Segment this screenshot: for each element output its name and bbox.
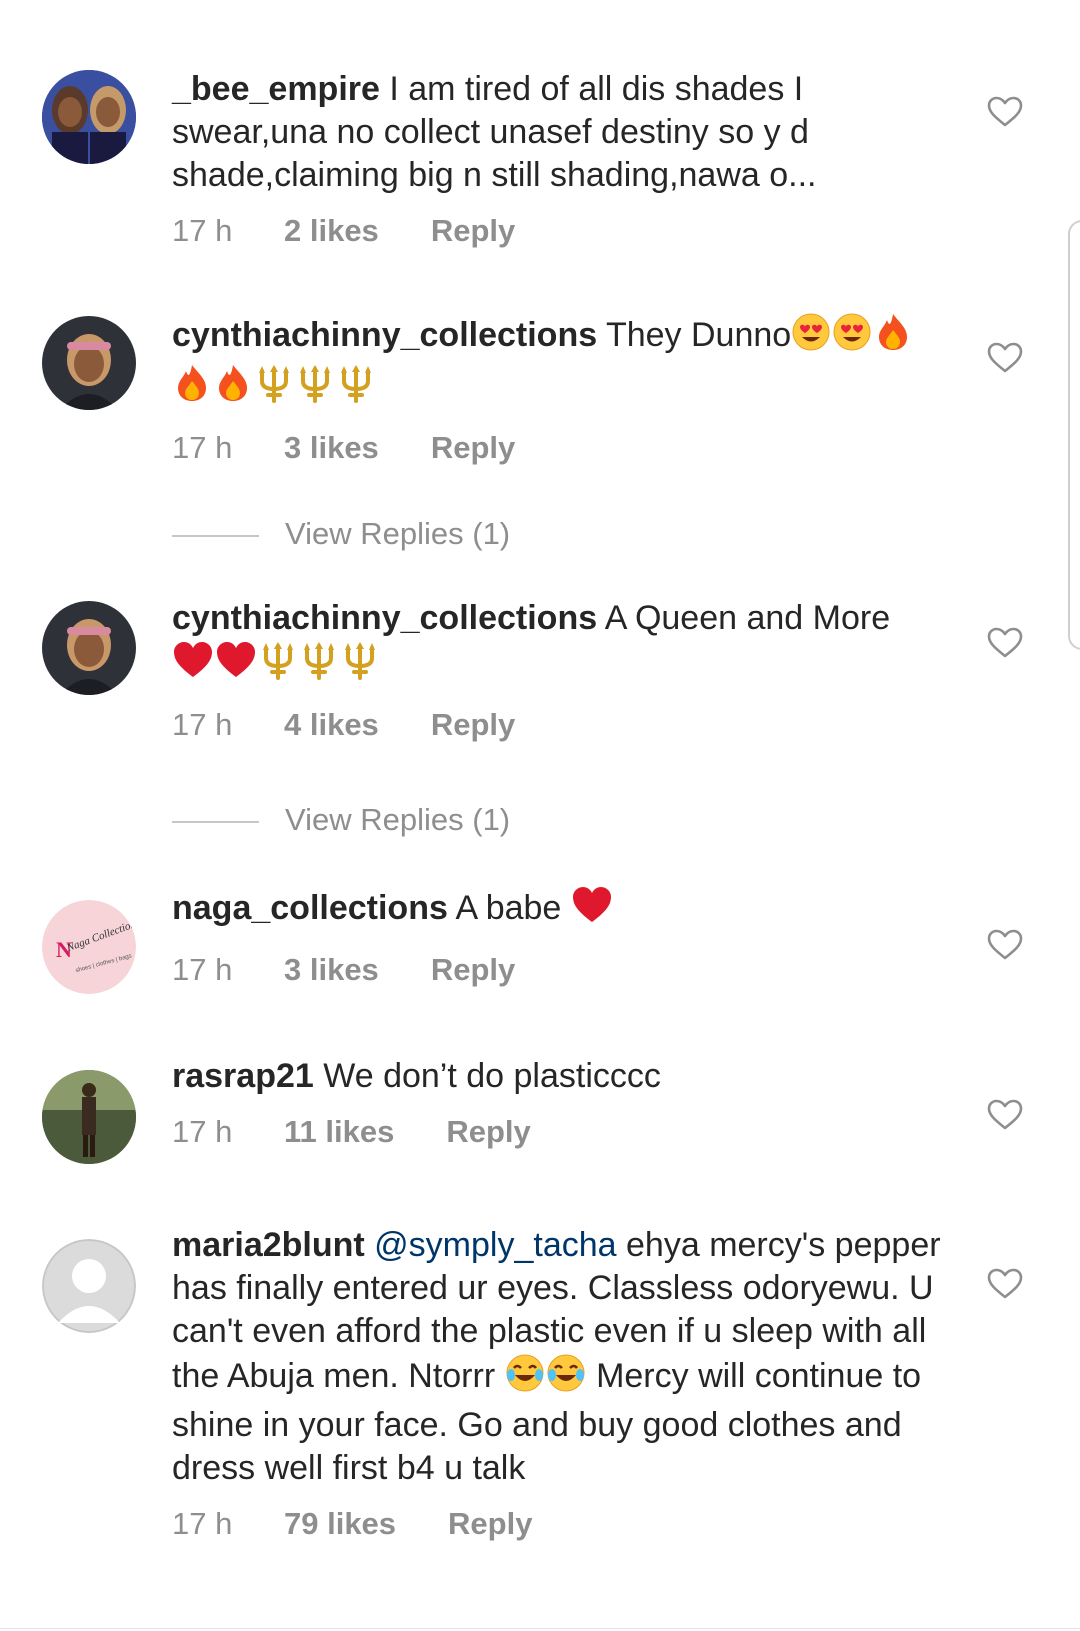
- avatar-woman-headband-icon: [42, 601, 136, 695]
- comment-username[interactable]: cynthiachinny_collections: [172, 316, 597, 354]
- view-replies-label[interactable]: View Replies (1): [285, 516, 510, 551]
- comment-meta: 17 h 2 likes Reply: [172, 211, 942, 251]
- trident-emoji-icon: [336, 363, 376, 414]
- comment-likes[interactable]: 79 likes: [284, 1504, 396, 1544]
- comment-likes[interactable]: 2 likes: [284, 211, 379, 251]
- comment-time: 17 h: [172, 213, 233, 248]
- red-heart-emoji-icon: [215, 640, 257, 691]
- trident-emoji-icon: [258, 640, 298, 691]
- avatar[interactable]: N Naga Collections shoes | clothes | bag…: [42, 900, 136, 994]
- comment-text: rasrap21 We don’t do plasticccc: [172, 1055, 942, 1098]
- avatar[interactable]: [42, 1070, 136, 1164]
- reply-button[interactable]: Reply: [431, 211, 515, 251]
- comment-text: naga_collections A babe: [172, 885, 942, 936]
- comment-text: maria2blunt @symply_tacha ehya mercy's p…: [172, 1224, 942, 1490]
- comment-meta: 17 h 11 likes Reply: [172, 1112, 942, 1152]
- view-replies-divider: [172, 534, 259, 537]
- reply-button[interactable]: Reply: [431, 705, 515, 745]
- heart-eyes-emoji-icon: [791, 312, 831, 363]
- comment-time: 17 h: [172, 1506, 233, 1541]
- comment-username[interactable]: _bee_empire: [172, 70, 380, 108]
- avatar-two-women-icon: [42, 70, 136, 164]
- comment-meta: 17 h 79 likes Reply: [172, 1504, 942, 1544]
- fire-emoji-icon: [213, 363, 253, 414]
- red-heart-emoji-icon: [172, 640, 214, 691]
- like-heart-icon[interactable]: [987, 96, 1023, 128]
- reply-button[interactable]: Reply: [431, 428, 515, 468]
- mention-link[interactable]: @symply_tacha: [374, 1226, 616, 1264]
- like-heart-icon[interactable]: [987, 929, 1023, 961]
- reply-button[interactable]: Reply: [431, 950, 515, 990]
- avatar[interactable]: [42, 601, 136, 695]
- trident-emoji-icon: [340, 640, 380, 691]
- view-replies-label[interactable]: View Replies (1): [285, 802, 510, 837]
- comment-likes[interactable]: 11 likes: [284, 1112, 394, 1152]
- tears-of-joy-emoji-icon: [505, 1353, 545, 1404]
- comment-text: cynthiachinny_collections They Dunno: [172, 312, 942, 414]
- scrollbar[interactable]: [1068, 220, 1080, 650]
- comment-username[interactable]: rasrap21: [172, 1057, 314, 1095]
- comment-likes[interactable]: 3 likes: [284, 950, 379, 990]
- comment-body: A Queen and More: [604, 599, 891, 637]
- comment-time: 17 h: [172, 430, 233, 465]
- comment-meta: 17 h 3 likes Reply: [172, 950, 942, 990]
- avatar[interactable]: [42, 1239, 136, 1333]
- view-replies-button[interactable]: View Replies (1): [172, 800, 510, 840]
- reply-button[interactable]: Reply: [446, 1112, 530, 1152]
- fire-emoji-icon: [873, 312, 913, 363]
- reply-button[interactable]: Reply: [448, 1504, 532, 1544]
- fire-emoji-icon: [172, 363, 212, 414]
- comment-body: We don’t do plasticccc: [323, 1057, 661, 1095]
- avatar[interactable]: [42, 70, 136, 164]
- heart-eyes-emoji-icon: [832, 312, 872, 363]
- view-replies-button[interactable]: View Replies (1): [172, 514, 510, 554]
- tears-of-joy-emoji-icon: [546, 1353, 586, 1404]
- comment-body: A babe: [455, 889, 562, 927]
- trident-emoji-icon: [254, 363, 294, 414]
- comment-time: 17 h: [172, 952, 233, 987]
- like-heart-icon[interactable]: [987, 627, 1023, 659]
- avatar-naga-collections-logo: N Naga Collections shoes | clothes | bag…: [42, 900, 136, 994]
- comment-username[interactable]: naga_collections: [172, 889, 448, 927]
- avatar-man-standing-icon: [42, 1070, 136, 1164]
- comment-text: cynthiachinny_collections A Queen and Mo…: [172, 597, 942, 691]
- bottom-divider: [0, 1628, 1080, 1629]
- trident-emoji-icon: [295, 363, 335, 414]
- comment-meta: 17 h 3 likes Reply: [172, 428, 942, 468]
- like-heart-icon[interactable]: [987, 1268, 1023, 1300]
- comment-username[interactable]: cynthiachinny_collections: [172, 599, 597, 637]
- view-replies-divider: [172, 820, 259, 823]
- avatar-default-person-icon: [42, 1239, 136, 1333]
- red-heart-emoji-icon: [571, 885, 613, 936]
- trident-emoji-icon: [299, 640, 339, 691]
- comment-likes[interactable]: 3 likes: [284, 428, 379, 468]
- avatar-woman-headband-icon: [42, 316, 136, 410]
- avatar[interactable]: [42, 316, 136, 410]
- comment-time: 17 h: [172, 707, 233, 742]
- comment-username[interactable]: maria2blunt: [172, 1226, 365, 1264]
- comment-time: 17 h: [172, 1114, 233, 1149]
- comment-likes[interactable]: 4 likes: [284, 705, 379, 745]
- like-heart-icon[interactable]: [987, 342, 1023, 374]
- comment-body: They Dunno: [605, 316, 792, 354]
- comment-text: _bee_empire I am tired of all dis shades…: [172, 68, 942, 197]
- comment-meta: 17 h 4 likes Reply: [172, 705, 942, 745]
- like-heart-icon[interactable]: [987, 1099, 1023, 1131]
